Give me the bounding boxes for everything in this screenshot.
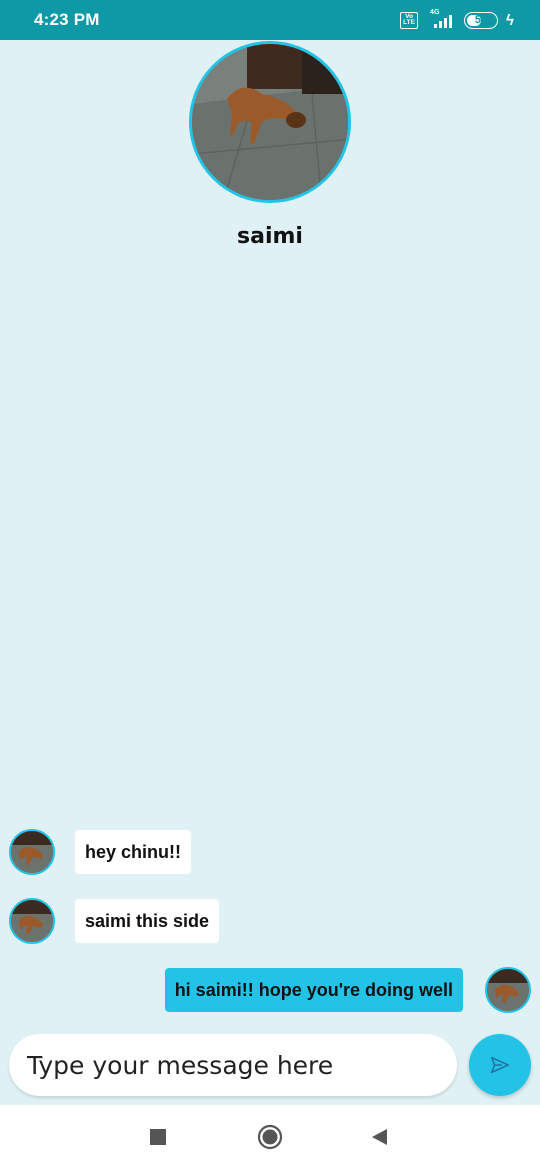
dog-thumbnail (11, 831, 53, 873)
back-button[interactable] (356, 1113, 404, 1161)
message-bubble: saimi this side (75, 899, 220, 943)
message-bubble: hi saimi!! hope you're doing well (164, 968, 463, 1012)
system-nav-bar (0, 1105, 540, 1170)
message-input[interactable] (9, 1034, 457, 1096)
recents-button[interactable] (134, 1113, 182, 1161)
recents-square-icon (150, 1129, 166, 1145)
battery-icon: 52 (464, 11, 499, 29)
message-row-incoming: saimi this side (9, 898, 220, 944)
dog-photo (192, 44, 348, 200)
status-bar: 4:23 PM Vo LTE 4G 52 ϟ (0, 0, 540, 40)
home-circle-icon (257, 1124, 283, 1150)
status-time: 4:23 PM (34, 10, 100, 29)
volte-label-bottom: LTE (403, 19, 415, 26)
battery-level: 52 (474, 14, 488, 26)
back-triangle-icon (372, 1129, 387, 1145)
message-row-incoming: hey chinu!! (9, 829, 192, 875)
volte-icon: Vo LTE (400, 11, 419, 29)
home-button[interactable] (246, 1113, 294, 1161)
contact-name: saimi (237, 224, 303, 249)
send-icon (491, 1056, 509, 1074)
message-row-outgoing: hi saimi!! hope you're doing well (164, 967, 531, 1013)
message-bubble: hey chinu!! (75, 830, 192, 874)
signal-icon: 4G (426, 9, 456, 29)
sender-avatar (9, 898, 55, 944)
dog-thumbnail (487, 969, 529, 1011)
send-button[interactable] (469, 1034, 531, 1096)
contact-avatar[interactable] (189, 41, 351, 203)
sender-avatar (9, 829, 55, 875)
dog-thumbnail (11, 900, 53, 942)
own-avatar (485, 967, 531, 1013)
status-icons: Vo LTE 4G 52 ϟ (400, 9, 514, 29)
charging-icon: ϟ (506, 11, 514, 29)
